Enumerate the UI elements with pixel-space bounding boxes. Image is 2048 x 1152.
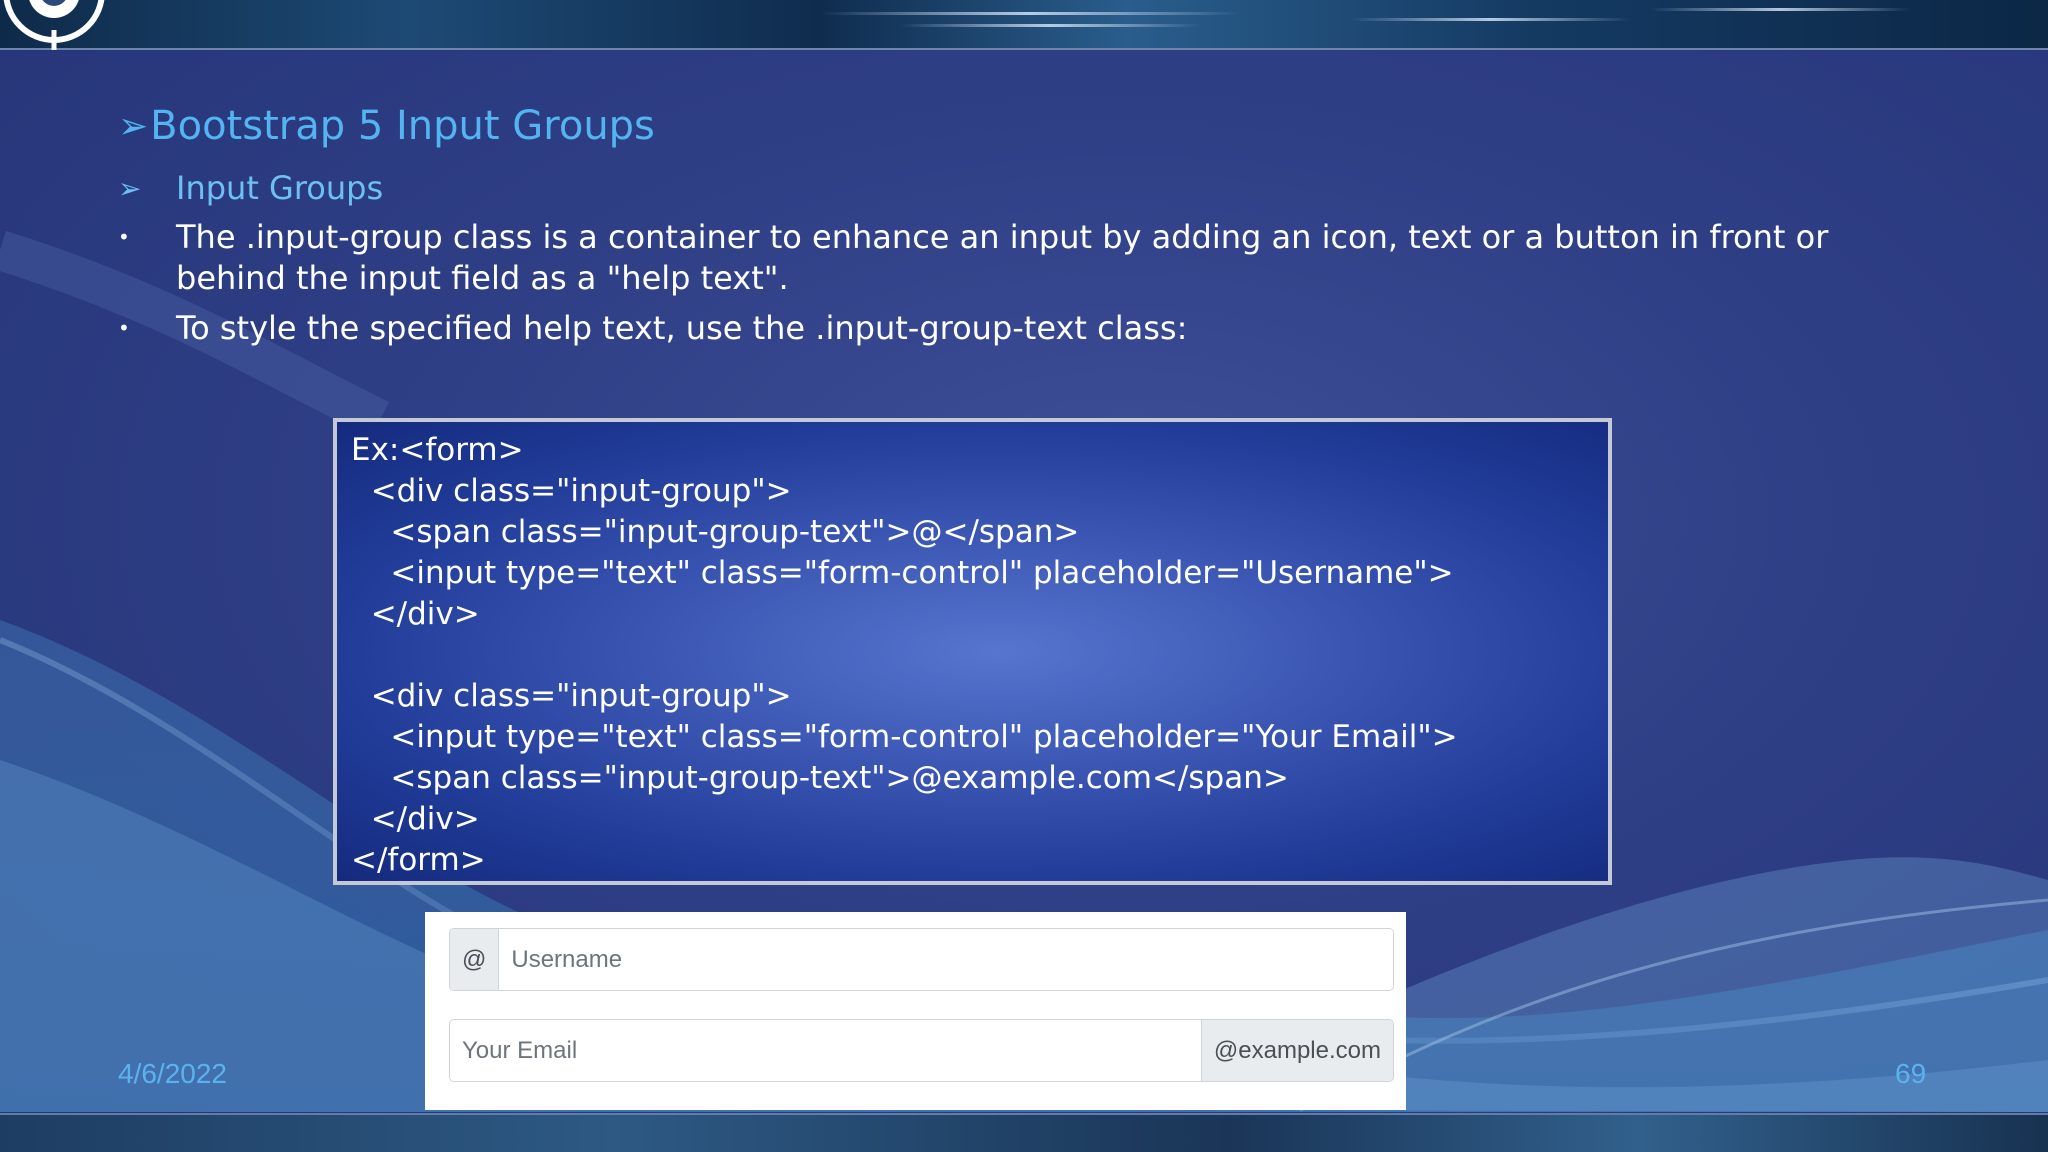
code-line: Ex:<form> (351, 432, 524, 468)
bottom-band (0, 1113, 2048, 1152)
email-input-group: @example.com (449, 1019, 1394, 1082)
dot-bullet-icon: • (118, 225, 130, 249)
list-item: ➢ Input Groups (118, 168, 1948, 209)
code-line: <input type="text" class="form-control" … (351, 719, 1458, 755)
title-arrow-icon: ➢ (118, 105, 149, 147)
code-line: <span class="input-group-text">@example.… (351, 760, 1289, 796)
arrow-bullet-icon: ➢ (118, 172, 142, 205)
top-banner (0, 0, 2048, 50)
code-line: <input type="text" class="form-control" … (351, 555, 1454, 591)
list-item-text: Input Groups (176, 169, 384, 207)
code-line: <div class="input-group"> (351, 678, 792, 714)
footer-date: 4/6/2022 (118, 1058, 227, 1089)
code-line: <div class="input-group"> (351, 473, 792, 509)
list-item-text: The .input-group class is a container to… (176, 218, 1829, 297)
code-line: </form> (351, 842, 486, 878)
list-item: • To style the specified help text, use … (118, 308, 1948, 349)
username-input-group: @ (449, 928, 1394, 991)
email-domain-addon: @example.com (1200, 1020, 1393, 1081)
code-example-box: Ex:<form> <div class="input-group"> <spa… (333, 418, 1612, 885)
list-item: • The .input-group class is a container … (118, 217, 1948, 299)
list-item-text: To style the specified help text, use th… (176, 309, 1188, 347)
rendered-demo: @ @example.com (425, 912, 1406, 1110)
email-input[interactable] (450, 1020, 1201, 1081)
code-line: </div> (351, 801, 480, 837)
page-number: 69 (1895, 1058, 1927, 1089)
username-input[interactable] (499, 929, 1393, 990)
code-line: </div> (351, 596, 480, 632)
bullet-list: ➢ Input Groups • The .input-group class … (118, 168, 1948, 358)
dot-bullet-icon: • (118, 316, 130, 340)
logo-icon (3, 0, 105, 50)
at-prefix-addon: @ (450, 929, 500, 990)
code-line: <span class="input-group-text">@</span> (351, 514, 1080, 550)
slide-title-text: Bootstrap 5 Input Groups (150, 103, 655, 149)
slide-title: ➢ Bootstrap 5 Input Groups (118, 98, 655, 154)
